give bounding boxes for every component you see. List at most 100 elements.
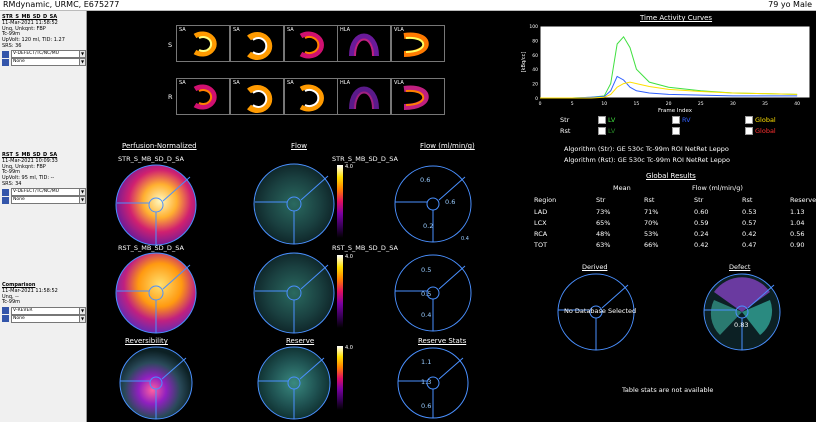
algorithm-str: Algorithm (Str): GE 530c Tc-99m ROI NetR… xyxy=(564,145,729,153)
polar-value: 0.5 xyxy=(421,266,432,274)
defect-value: 0.83 xyxy=(734,321,749,329)
colorbar-max-label: 4.0 xyxy=(345,254,353,260)
flow-colorbar-rest xyxy=(337,255,343,328)
y-tick-label: 40 xyxy=(532,67,538,73)
x-tick-label: 10 xyxy=(601,101,607,107)
x-tick-label: 25 xyxy=(698,101,704,107)
polar-value: 0.4 xyxy=(461,236,469,242)
legend-lv-str[interactable]: LV xyxy=(598,116,615,124)
legend-global-str[interactable]: Global xyxy=(745,116,776,124)
y-tick-label: 60 xyxy=(532,53,538,59)
table-cell: 0.24 xyxy=(694,230,709,238)
table-header-cell: Reserve xyxy=(790,196,816,204)
table-header-cell: Region xyxy=(534,196,557,204)
table-cell: 70% xyxy=(644,219,659,227)
table-cell: 0.90 xyxy=(790,241,805,249)
polar-value: 1.3 xyxy=(421,378,432,386)
x-tick-label: 0 xyxy=(539,101,542,107)
reversibility-map[interactable] xyxy=(119,346,193,420)
table-header-cell: Rst xyxy=(742,196,753,204)
x-tick-label: 15 xyxy=(634,101,640,107)
checkbox[interactable] xyxy=(598,127,606,135)
legend-rv-str[interactable]: RV xyxy=(672,116,691,124)
table-cell: 66% xyxy=(644,241,659,249)
table-stats-message: Table stats are not available xyxy=(622,386,714,394)
flow-stress-stats-map[interactable] xyxy=(394,165,472,243)
table-cell: LAD xyxy=(534,208,548,216)
reserve-colorbar xyxy=(337,346,343,410)
x-tick-label: 5 xyxy=(571,101,574,107)
reserve-stats-map[interactable] xyxy=(397,347,469,419)
legend-lv-rst[interactable]: LV xyxy=(598,127,615,135)
x-tick-label: 30 xyxy=(730,101,736,107)
legend-rst-label: Rst xyxy=(560,127,571,135)
legend-global-rst[interactable]: Global xyxy=(745,127,776,135)
flow-rest-stats-map[interactable] xyxy=(394,254,472,332)
flow-header-table: Flow (ml/min/g) xyxy=(692,184,743,192)
tac-title: Time Activity Curves xyxy=(640,14,713,22)
mean-header: Mean xyxy=(613,184,631,192)
x-axis-label: Frame Index xyxy=(658,108,693,112)
checkbox[interactable] xyxy=(745,127,753,135)
colorbar-max-label: 4.0 xyxy=(345,164,353,170)
derived-message: No Database Selected xyxy=(564,307,637,315)
table-cell: 0.42 xyxy=(742,230,757,238)
perfusion-rest-map[interactable] xyxy=(115,252,197,334)
global-results-title: Global Results xyxy=(646,172,696,180)
table-cell: LCX xyxy=(534,219,547,227)
checkbox[interactable] xyxy=(672,127,680,135)
defect-title: Defect xyxy=(729,263,751,271)
polar-value: 0.2 xyxy=(423,222,434,230)
table-cell: 1.04 xyxy=(790,219,805,227)
defect-map[interactable] xyxy=(703,273,781,351)
x-tick-label: 35 xyxy=(762,101,768,107)
table-header-cell: Rst xyxy=(644,196,655,204)
x-tick-label: 40 xyxy=(794,101,800,107)
polar-value: 0.6 xyxy=(420,176,431,184)
flow-rest-map[interactable] xyxy=(253,252,335,334)
y-tick-label: 80 xyxy=(532,38,538,44)
table-cell: 53% xyxy=(644,230,659,238)
algorithm-rst: Algorithm (Rst): GE 530c Tc-99m ROI NetR… xyxy=(564,156,730,164)
y-tick-label: 0 xyxy=(535,96,538,102)
polar-value: 0.6 xyxy=(445,198,456,206)
polar-value: 1.1 xyxy=(421,358,432,366)
legend-rv-rst[interactable] xyxy=(672,127,682,135)
y-tick-label: 20 xyxy=(532,82,538,88)
checkbox[interactable] xyxy=(598,116,606,124)
table-cell: RCA xyxy=(534,230,548,238)
y-axis-label: [kBq/cc] xyxy=(521,52,527,73)
table-cell: 71% xyxy=(644,208,659,216)
table-cell: 65% xyxy=(596,219,611,227)
derived-title: Derived xyxy=(582,263,608,271)
table-cell: 0.53 xyxy=(742,208,757,216)
table-cell: 0.47 xyxy=(742,241,757,249)
checkbox[interactable] xyxy=(745,116,753,124)
polar-value: 0.4 xyxy=(421,311,432,319)
flow-colorbar-stress xyxy=(337,165,343,238)
tac-chart[interactable]: 0 5 10 15 20 25 30 35 40 100 80 60 40 20 0 Frame Index [… xyxy=(520,22,816,112)
polar-value: 0.6 xyxy=(421,402,432,410)
perfusion-stress-map[interactable] xyxy=(115,164,197,246)
table-header-cell: Str xyxy=(694,196,704,204)
polar-value: 0.5 xyxy=(421,290,432,298)
table-cell: 1.13 xyxy=(790,208,805,216)
table-cell: 73% xyxy=(596,208,611,216)
colorbar-max-label: 4.0 xyxy=(345,345,353,351)
table-cell: 0.60 xyxy=(694,208,709,216)
table-cell: TOT xyxy=(534,241,548,249)
table-cell: 0.56 xyxy=(790,230,805,238)
table-cell: 48% xyxy=(596,230,611,238)
table-cell: 0.57 xyxy=(742,219,757,227)
plot-area xyxy=(539,25,811,99)
table-cell: 0.42 xyxy=(694,241,709,249)
table-header-cell: Str xyxy=(596,196,606,204)
y-tick-label: 100 xyxy=(529,24,538,30)
x-tick-label: 20 xyxy=(666,101,672,107)
table-cell: 0.59 xyxy=(694,219,709,227)
reserve-map[interactable] xyxy=(257,346,331,420)
table-cell: 63% xyxy=(596,241,611,249)
flow-stress-map[interactable] xyxy=(253,163,335,245)
legend-str-label: Str xyxy=(560,116,570,124)
checkbox[interactable] xyxy=(672,116,680,124)
